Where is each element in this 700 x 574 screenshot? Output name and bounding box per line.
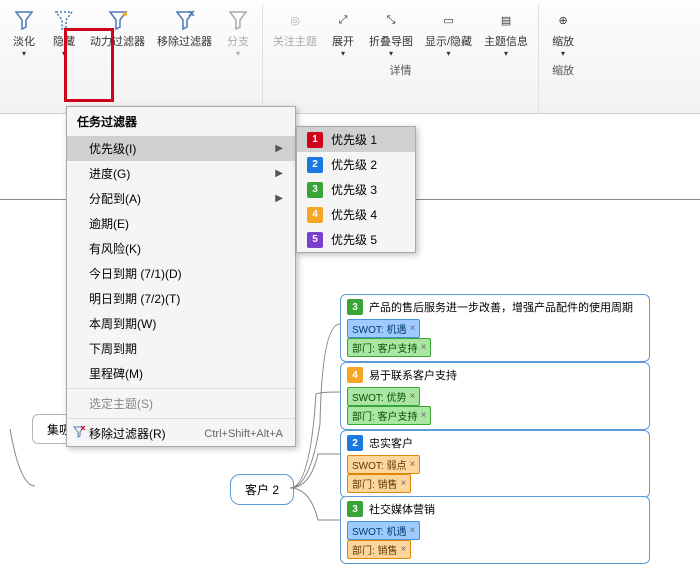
menu-selected-topic: 选定主题(S) (67, 388, 295, 416)
funnel-x-small-icon (71, 425, 87, 442)
tag[interactable]: SWOT: 机遇× (347, 319, 420, 338)
tag[interactable]: 部门: 客户支持× (347, 406, 431, 425)
priority-item[interactable]: 2优先级 2 (297, 152, 415, 177)
tag[interactable]: SWOT: 机遇× (347, 521, 420, 540)
menu-item[interactable]: 进度(G)▶ (67, 161, 295, 186)
tag[interactable]: 部门: 客户支持× (347, 338, 431, 357)
topic-info-button[interactable]: ▤ 主题信息▾ (478, 4, 534, 60)
menu-item[interactable]: 分配到(A)▶ (67, 186, 295, 211)
mindmap-card[interactable]: 3社交媒体营销SWOT: 机遇×部门: 销售× (340, 496, 650, 564)
mindmap-card[interactable]: 3产品的售后服务进一步改善，增强产品配件的使用周期SWOT: 机遇×部门: 客户… (340, 294, 650, 362)
funnel-star-icon (106, 8, 130, 32)
card-title: 产品的售后服务进一步改善，增强产品配件的使用周期 (369, 299, 633, 315)
branch-button: 分支▾ (218, 4, 258, 60)
card-title: 忠实客户 (369, 435, 413, 451)
funnel-gray-icon (226, 8, 250, 32)
menu-item[interactable]: 里程碑(M) (67, 361, 295, 386)
menu-item[interactable]: 明日到期 (7/2)(T) (67, 286, 295, 311)
fade-button[interactable]: 淡化▾ (4, 4, 44, 60)
zoom-button[interactable]: ⊕ 缩放▾ (543, 4, 583, 60)
focus-topic-button: ◎ 关注主题 (267, 4, 323, 60)
priority-submenu: 1优先级 12优先级 23优先级 34优先级 45优先级 5 (296, 126, 416, 253)
priority-item[interactable]: 1优先级 1 (297, 127, 415, 152)
menu-item[interactable]: 优先级(I)▶ (67, 136, 295, 161)
focus-icon: ◎ (283, 8, 307, 32)
collapse-icon: ⤡ (379, 8, 403, 32)
funnel-dotted-icon (52, 8, 76, 32)
ribbon-toolbar: 淡化▾ 隐藏▾ 动力过滤器 移除过滤器 分支▾ ◎ 关注主题 (0, 0, 700, 114)
hide-button[interactable]: 隐藏▾ (44, 4, 84, 60)
mindmap-card[interactable]: 4易于联系客户支持SWOT: 优势×部门: 客户支持× (340, 362, 650, 430)
showhide-button[interactable]: ▭ 显示/隐藏▾ (419, 4, 478, 60)
priority-item[interactable]: 4优先级 4 (297, 202, 415, 227)
tag[interactable]: SWOT: 弱点× (347, 455, 420, 474)
menu-remove-filter[interactable]: 移除过滤器(R) Ctrl+Shift+Alt+A (67, 418, 295, 446)
menu-item[interactable]: 今日到期 (7/1)(D) (67, 261, 295, 286)
group-detail-label: 详情 (390, 62, 412, 78)
task-filter-menu: 任务过滤器 优先级(I)▶进度(G)▶分配到(A)▶逾期(E)有风险(K)今日到… (66, 106, 296, 447)
info-icon: ▤ (494, 8, 518, 32)
customer-node[interactable]: 客户 2 (230, 474, 294, 505)
card-title: 社交媒体营销 (369, 501, 435, 517)
group-zoom-label: 缩放 (552, 62, 574, 78)
tag[interactable]: 部门: 销售× (347, 474, 411, 493)
collapse-map-button[interactable]: ⤡ 折叠导图▾ (363, 4, 419, 60)
remove-filter-button[interactable]: 移除过滤器 (151, 4, 218, 60)
funnel-icon (12, 8, 36, 32)
mindmap-card[interactable]: 2忠实客户SWOT: 弱点×部门: 销售× (340, 430, 650, 498)
menu-item[interactable]: 逾期(E) (67, 211, 295, 236)
expand-button[interactable]: ⤢ 展开▾ (323, 4, 363, 60)
card-title: 易于联系客户支持 (369, 367, 457, 383)
power-filter-button[interactable]: 动力过滤器 (84, 4, 151, 60)
showhide-icon: ▭ (437, 8, 461, 32)
menu-item[interactable]: 下周到期 (67, 336, 295, 361)
expand-icon: ⤢ (331, 8, 355, 32)
menu-item[interactable]: 有风险(K) (67, 236, 295, 261)
priority-item[interactable]: 5优先级 5 (297, 227, 415, 252)
tag[interactable]: 部门: 销售× (347, 540, 411, 559)
priority-item[interactable]: 3优先级 3 (297, 177, 415, 202)
menu-item[interactable]: 本周到期(W) (67, 311, 295, 336)
zoom-icon: ⊕ (551, 8, 575, 32)
menu-header: 任务过滤器 (67, 107, 295, 136)
funnel-x-icon (173, 8, 197, 32)
tag[interactable]: SWOT: 优势× (347, 387, 420, 406)
